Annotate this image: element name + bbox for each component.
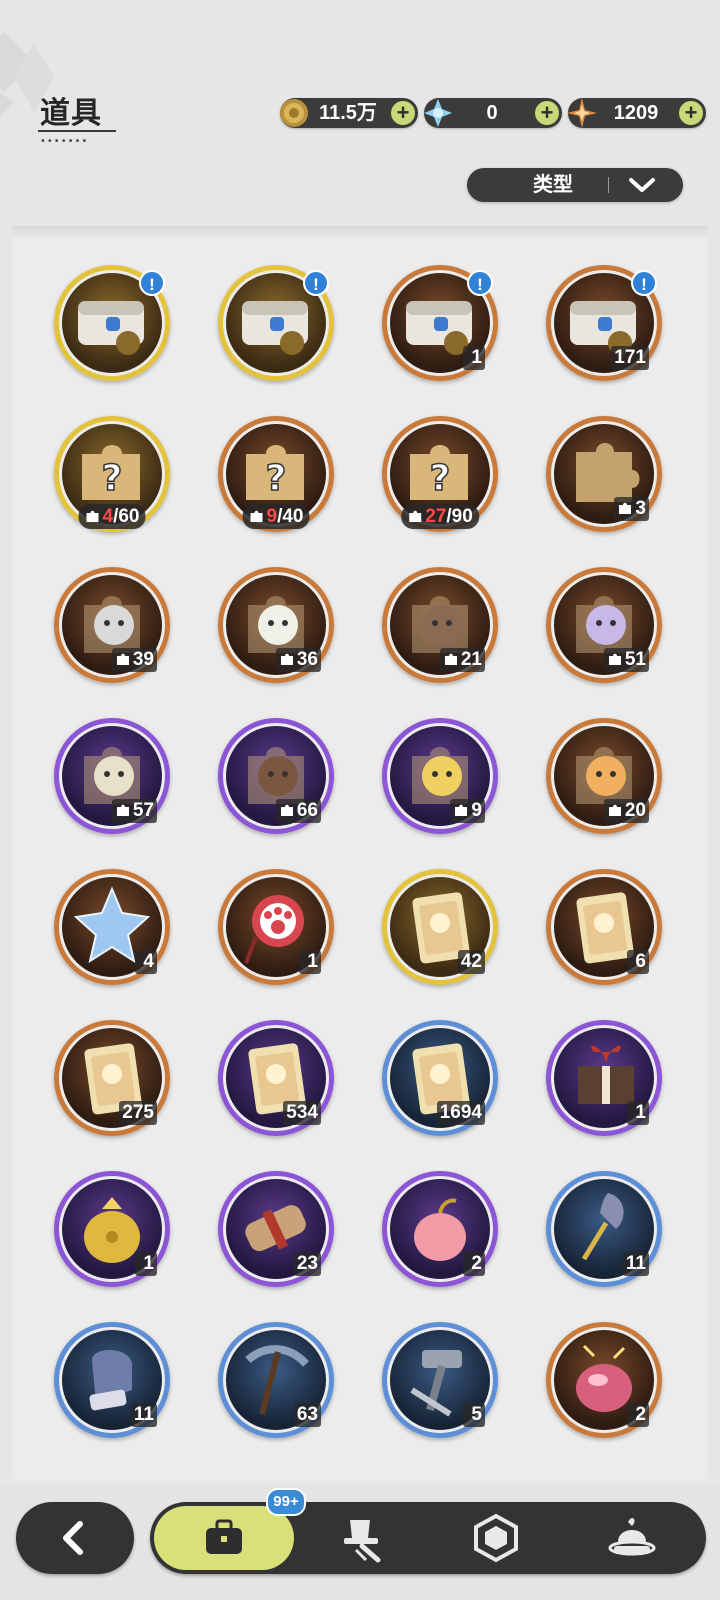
back-arrow-icon <box>63 1521 83 1555</box>
item-count: 11 <box>130 1403 157 1427</box>
item-mystery-fragment-orange-2[interactable]: ? 27/90 <box>382 416 498 532</box>
item-orange-card[interactable]: 275 <box>54 1020 170 1136</box>
fragment-count: 57 <box>111 799 157 823</box>
item-count: 11 <box>622 1252 649 1276</box>
item-paw-medallion[interactable]: 1 <box>218 869 334 985</box>
item-mystery-fragment-orange-1[interactable]: ? 9/40 <box>218 416 334 532</box>
fragment-count: 51 <box>603 648 649 672</box>
item-count: 1694 <box>436 1101 485 1125</box>
back-button[interactable] <box>16 1502 134 1574</box>
item-rainbow-card[interactable]: 6 <box>546 869 662 985</box>
item-count: 2 <box>463 1252 485 1276</box>
fragment-progress: 4/60 <box>78 504 146 529</box>
svg-text:?: ? <box>102 458 123 499</box>
item-chick-pet-fragment[interactable]: 9 <box>382 718 498 834</box>
item-treasure-chest-gold-1[interactable]: ! <box>54 265 170 381</box>
item-glove[interactable]: 11 <box>54 1322 170 1438</box>
item-blue-card[interactable]: 1694 <box>382 1020 498 1136</box>
item-count: 1 <box>463 346 485 370</box>
fragment-count: 3 <box>614 497 649 521</box>
item-pink-apple[interactable]: 2 <box>382 1171 498 1287</box>
item-count: 1 <box>135 1252 157 1276</box>
item-count: 6 <box>627 950 649 974</box>
item-count: 23 <box>293 1252 321 1276</box>
hat-sword-icon[interactable] <box>332 1512 392 1564</box>
svg-text:?: ? <box>430 458 451 499</box>
new-alert-icon: ! <box>467 270 493 296</box>
fragment-count: 66 <box>275 799 321 823</box>
item-count: 5 <box>463 1403 485 1427</box>
item-golden-bag[interactable]: 1 <box>54 1171 170 1287</box>
new-alert-icon: ! <box>303 270 329 296</box>
fragment-count: 36 <box>275 648 321 672</box>
item-count: 4 <box>135 950 157 974</box>
item-count: 1 <box>627 1101 649 1125</box>
item-treasure-chest-orange-1[interactable]: ! 1 <box>382 265 498 381</box>
item-frog-pet-fragment[interactable]: 57 <box>54 718 170 834</box>
fragment-progress: 9/40 <box>242 504 310 529</box>
item-purple-pet-fragment[interactable]: 51 <box>546 567 662 683</box>
item-puzzle-bear-fragment[interactable]: 3 <box>546 416 662 532</box>
item-white-pet-fragment[interactable]: 36 <box>218 567 334 683</box>
items-grid: !!! 1! 171? 4/60? 9/40? 27/90 3 39 36 21 51 57 66 9 20… <box>0 0 720 1480</box>
item-tiger-pet-fragment[interactable]: 20 <box>546 718 662 834</box>
item-gift-box[interactable]: 1 <box>546 1020 662 1136</box>
item-hammer[interactable]: 5 <box>382 1322 498 1438</box>
new-alert-icon: ! <box>139 270 165 296</box>
item-purple-card[interactable]: 534 <box>218 1020 334 1136</box>
item-bear-pet-fragment[interactable]: 66 <box>218 718 334 834</box>
item-count: 2 <box>627 1403 649 1427</box>
item-ice-star-crystal[interactable]: 4 <box>54 869 170 985</box>
item-count: 534 <box>283 1101 321 1125</box>
item-shovel[interactable]: 11 <box>546 1171 662 1287</box>
item-count: 42 <box>457 950 485 974</box>
bag-icon[interactable] <box>194 1512 254 1564</box>
item-count: 1 <box>299 950 321 974</box>
item-pickaxe[interactable]: 63 <box>218 1322 334 1438</box>
fragment-count: 20 <box>603 799 649 823</box>
bag-badge: 99+ <box>266 1488 306 1516</box>
item-ruby-fruit[interactable]: 2 <box>546 1322 662 1438</box>
item-treasure-chest-orange-2[interactable]: ! 171 <box>546 265 662 381</box>
fragment-count: 39 <box>111 648 157 672</box>
dessert-icon[interactable] <box>602 1512 662 1564</box>
item-brown-pet-fragment[interactable]: 21 <box>382 567 498 683</box>
item-gold-card[interactable]: 42 <box>382 869 498 985</box>
fragment-count: 9 <box>450 799 485 823</box>
item-knight-pet-fragment[interactable]: 39 <box>54 567 170 683</box>
svg-text:?: ? <box>266 458 287 499</box>
item-count: 275 <box>119 1101 157 1125</box>
fragment-count: 21 <box>439 648 485 672</box>
new-alert-icon: ! <box>631 270 657 296</box>
fragment-progress: 27/90 <box>401 504 479 529</box>
hexagon-gem-icon[interactable] <box>466 1512 526 1564</box>
item-scroll[interactable]: 23 <box>218 1171 334 1287</box>
item-count: 171 <box>611 346 649 370</box>
item-treasure-chest-gold-2[interactable]: ! <box>218 265 334 381</box>
item-mystery-fragment-gold[interactable]: ? 4/60 <box>54 416 170 532</box>
item-count: 63 <box>293 1403 321 1427</box>
